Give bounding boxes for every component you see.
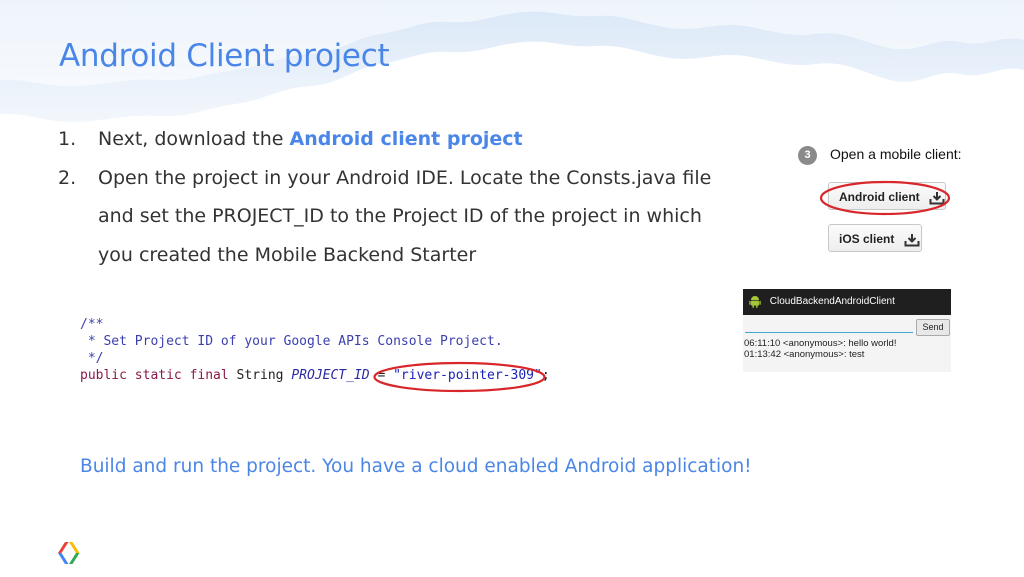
message-item: 06:11:10 <anonymous>: hello world! bbox=[744, 338, 897, 349]
step-2-text: Open the project in your Android IDE. Lo… bbox=[98, 166, 712, 266]
steps-list: 1. Next, download the Android client pro… bbox=[58, 120, 738, 274]
code-comment-close: */ bbox=[80, 351, 104, 366]
send-button[interactable]: Send bbox=[916, 319, 950, 336]
download-icon bbox=[904, 233, 920, 247]
android-icon bbox=[749, 295, 761, 308]
step-2: 2. Open the project in your Android IDE.… bbox=[58, 159, 738, 275]
message-input[interactable] bbox=[745, 324, 913, 333]
code-type: String bbox=[236, 368, 292, 383]
message-item: 01:13:42 <anonymous>: test bbox=[744, 349, 865, 360]
slide-title: Android Client project bbox=[59, 38, 390, 74]
code-identifier: PROJECT_ID bbox=[291, 368, 370, 383]
ios-client-label: iOS client bbox=[839, 232, 895, 246]
step-badge: 3 bbox=[798, 146, 817, 165]
android-client-project-link[interactable]: Android client project bbox=[289, 128, 522, 150]
android-app-screenshot: CloudBackendAndroidClient Send 06:11:10 … bbox=[743, 289, 951, 372]
code-keywords: public static final bbox=[80, 368, 237, 383]
mobile-client-label: Open a mobile client: bbox=[830, 146, 962, 162]
mobile-client-panel: 3 Open a mobile client: Android client i… bbox=[798, 142, 998, 272]
step-1: 1. Next, download the Android client pro… bbox=[58, 120, 738, 159]
highlight-ring bbox=[373, 361, 546, 393]
app-title-bar: CloudBackendAndroidClient bbox=[743, 289, 951, 315]
step-number: 2. bbox=[58, 166, 77, 189]
google-developers-logo bbox=[58, 542, 80, 564]
step-1-text: Next, download the bbox=[98, 128, 290, 150]
code-comment-body: * Set Project ID of your Google APIs Con… bbox=[80, 334, 503, 349]
footer-text: Build and run the project. You have a cl… bbox=[80, 456, 752, 477]
ios-client-button[interactable]: iOS client bbox=[828, 224, 922, 252]
code-comment-open: /** bbox=[80, 317, 104, 332]
app-title: CloudBackendAndroidClient bbox=[769, 296, 895, 307]
highlight-ring bbox=[819, 180, 951, 216]
step-number: 1. bbox=[58, 128, 77, 150]
